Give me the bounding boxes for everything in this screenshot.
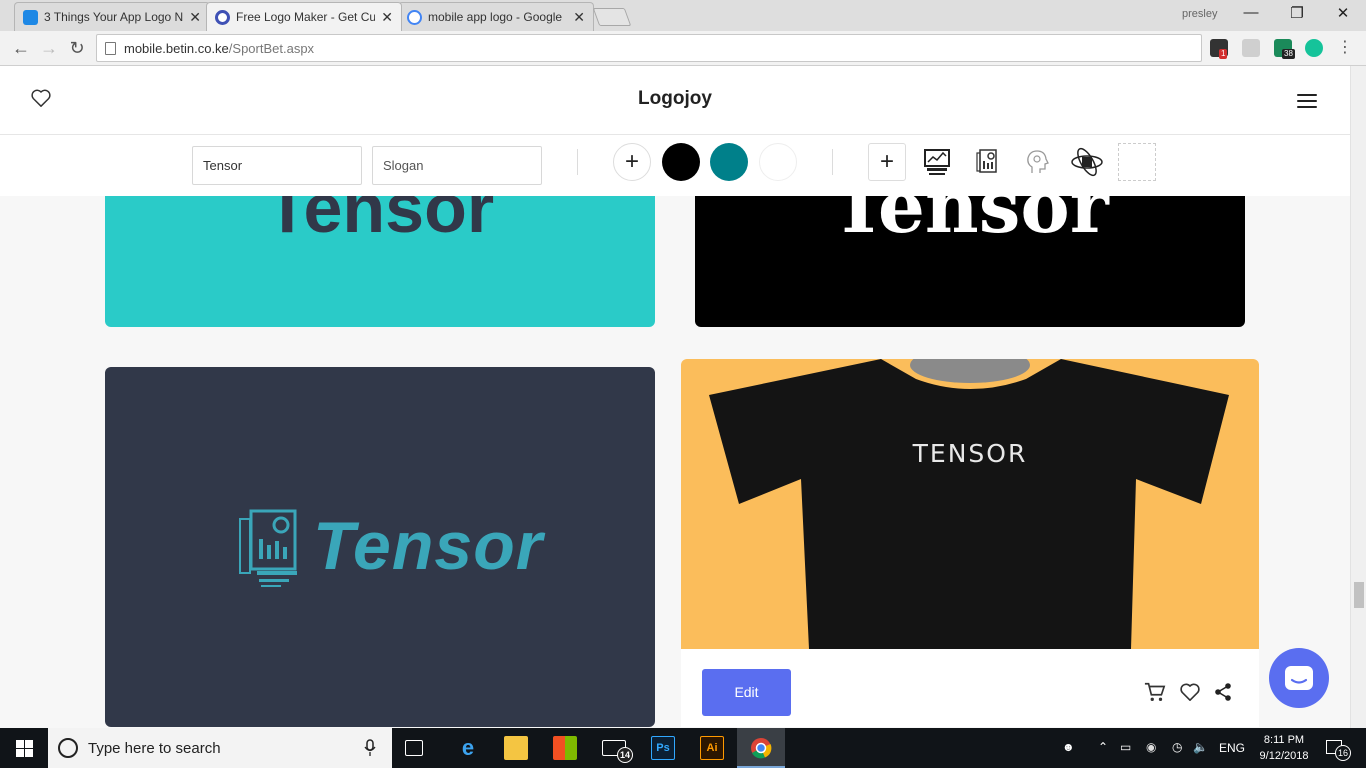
monitor-chart-icon [924,149,950,175]
profile-name[interactable]: presley [1182,8,1217,20]
chrome-icon [751,738,772,759]
menu-hamburger-icon[interactable] [1297,94,1317,108]
restore-icon[interactable]: ❐ [1274,4,1320,26]
grammarly-icon[interactable] [1305,39,1323,57]
extension-icon-green[interactable]: 38 [1274,39,1295,59]
add-symbol-button[interactable]: + [868,143,906,181]
tab-title: 3 Things Your App Logo N [44,10,184,24]
tab-title: Free Logo Maker - Get Cu [236,10,376,24]
photoshop-icon[interactable]: Ps [651,736,675,760]
people-icon[interactable]: ☻ [1062,740,1075,754]
mail-icon[interactable]: 14 [602,740,633,763]
file-explorer-icon[interactable] [504,736,528,760]
chat-icon [1285,666,1313,690]
chrome-taskbar-button[interactable] [737,728,785,768]
mail-badge: 14 [617,747,633,763]
close-tab-icon[interactable]: ✕ [381,9,393,26]
url-host: mobile.betin.co.ke [124,40,229,56]
network-warning-icon[interactable]: ◉ [1146,740,1156,754]
divider [832,149,833,175]
color-swatch-black[interactable] [662,143,700,181]
close-tab-icon[interactable]: ✕ [573,9,585,26]
microphone-icon[interactable] [364,739,376,757]
share-icon[interactable] [1213,682,1233,702]
company-name-input[interactable] [192,146,362,185]
tab-logo-maker[interactable]: Free Logo Maker - Get Cu ✕ [206,2,402,31]
back-arrow-icon[interactable]: ← [10,37,32,59]
google-favicon-icon [407,9,422,25]
clock-date: 9/12/2018 [1259,750,1309,762]
taskbar-search-box[interactable]: Type here to search [48,728,392,768]
windows-taskbar: Type here to search e 14 Ps Ai ☻ ⌃ ▭ ◉ ◷… [0,728,1366,768]
edge-browser-icon[interactable]: e [456,735,480,760]
extension-badge: 1 [1219,49,1228,59]
tshirt-mockup-card[interactable]: TENSOR Edit [681,359,1259,727]
site-logo[interactable]: Logojoy [0,88,1350,110]
browser-toolbar: ← → ↻ mobile.betin.co.ke/SportBet.aspx 1… [0,31,1366,66]
color-swatch-teal[interactable] [710,143,748,181]
logojoy-favicon-icon [215,9,230,25]
tab-app-logo-article[interactable]: 3 Things Your App Logo N ✕ [14,2,210,31]
article-favicon-icon [23,9,38,25]
tab-google-search[interactable]: mobile app logo - Google ✕ [398,2,594,31]
browser-menu-icon[interactable]: ⋮ [1334,37,1356,59]
new-tab-button[interactable] [592,8,632,26]
divider [577,149,578,175]
show-hidden-icons-chevron[interactable]: ⌃ [1098,740,1108,754]
symbol-thumb-monitor-icon[interactable] [918,143,956,181]
battery-icon[interactable]: ▭ [1120,740,1131,754]
logo-edit-bar: + + [0,135,1350,196]
windows-start-icon[interactable] [16,740,33,757]
scrollbar-thumb[interactable] [1354,582,1364,608]
extension-badge: 38 [1282,49,1295,59]
notification-count: 16 [1335,745,1351,761]
tshirt-print-text: TENSOR [912,439,1028,468]
store-icon[interactable] [553,736,577,760]
wifi-icon[interactable]: ◷ [1172,740,1182,754]
symbol-thumb-empty[interactable] [1118,143,1156,181]
heart-icon[interactable] [1179,682,1201,702]
brain-head-icon [1027,150,1049,173]
chat-launcher-button[interactable] [1269,648,1329,708]
close-tab-icon[interactable]: ✕ [189,9,201,26]
close-window-icon[interactable]: ✕ [1320,4,1366,26]
symbol-thumb-head-icon[interactable] [1018,143,1056,181]
clock-time: 8:11 PM [1263,734,1305,746]
tshirt-image [709,359,1229,649]
color-swatch-white[interactable] [759,143,797,181]
atom-chip-icon [1071,147,1103,177]
minimize-icon[interactable]: — [1228,4,1274,26]
logo-wordmark: Tensor [313,508,544,584]
tshirt-background: TENSOR [681,359,1259,649]
add-color-button[interactable]: + [613,143,651,181]
input-language[interactable]: ENG [1219,741,1245,755]
url-path: /SportBet.aspx [228,40,315,56]
extension-icon-pdf[interactable] [1242,39,1260,57]
action-center-icon[interactable]: 16 [1326,740,1351,761]
symbol-thumb-report-icon[interactable] [968,143,1006,181]
task-view-icon[interactable] [405,740,423,756]
page-scrollbar[interactable] [1350,66,1366,728]
report-chart-logo-icon [239,509,297,587]
edit-button[interactable]: Edit [702,669,791,716]
illustrator-icon[interactable]: Ai [700,736,724,760]
symbol-thumb-atom-icon[interactable] [1068,143,1106,181]
site-header: Logojoy [0,66,1350,135]
address-bar[interactable]: mobile.betin.co.ke/SportBet.aspx [96,34,1202,62]
tab-title: mobile app logo - Google [428,10,563,24]
volume-icon[interactable]: 🔈 [1193,740,1208,754]
logo-card-navy[interactable]: Tensor [105,367,655,727]
search-placeholder: Type here to search [88,739,221,757]
extension-icon-bell[interactable]: 1 [1210,39,1228,59]
page-info-icon[interactable] [105,41,116,55]
system-clock[interactable]: 8:11 PM 9/12/2018 [1252,732,1316,764]
report-chart-icon [976,149,997,173]
forward-arrow-icon[interactable]: → [38,37,60,59]
cart-icon[interactable] [1144,681,1166,703]
cortana-icon [58,738,78,758]
reload-icon[interactable]: ↻ [66,37,88,59]
slogan-input[interactable] [372,146,542,185]
browser-tab-strip: 3 Things Your App Logo N ✕ Free Logo Mak… [0,0,1366,31]
